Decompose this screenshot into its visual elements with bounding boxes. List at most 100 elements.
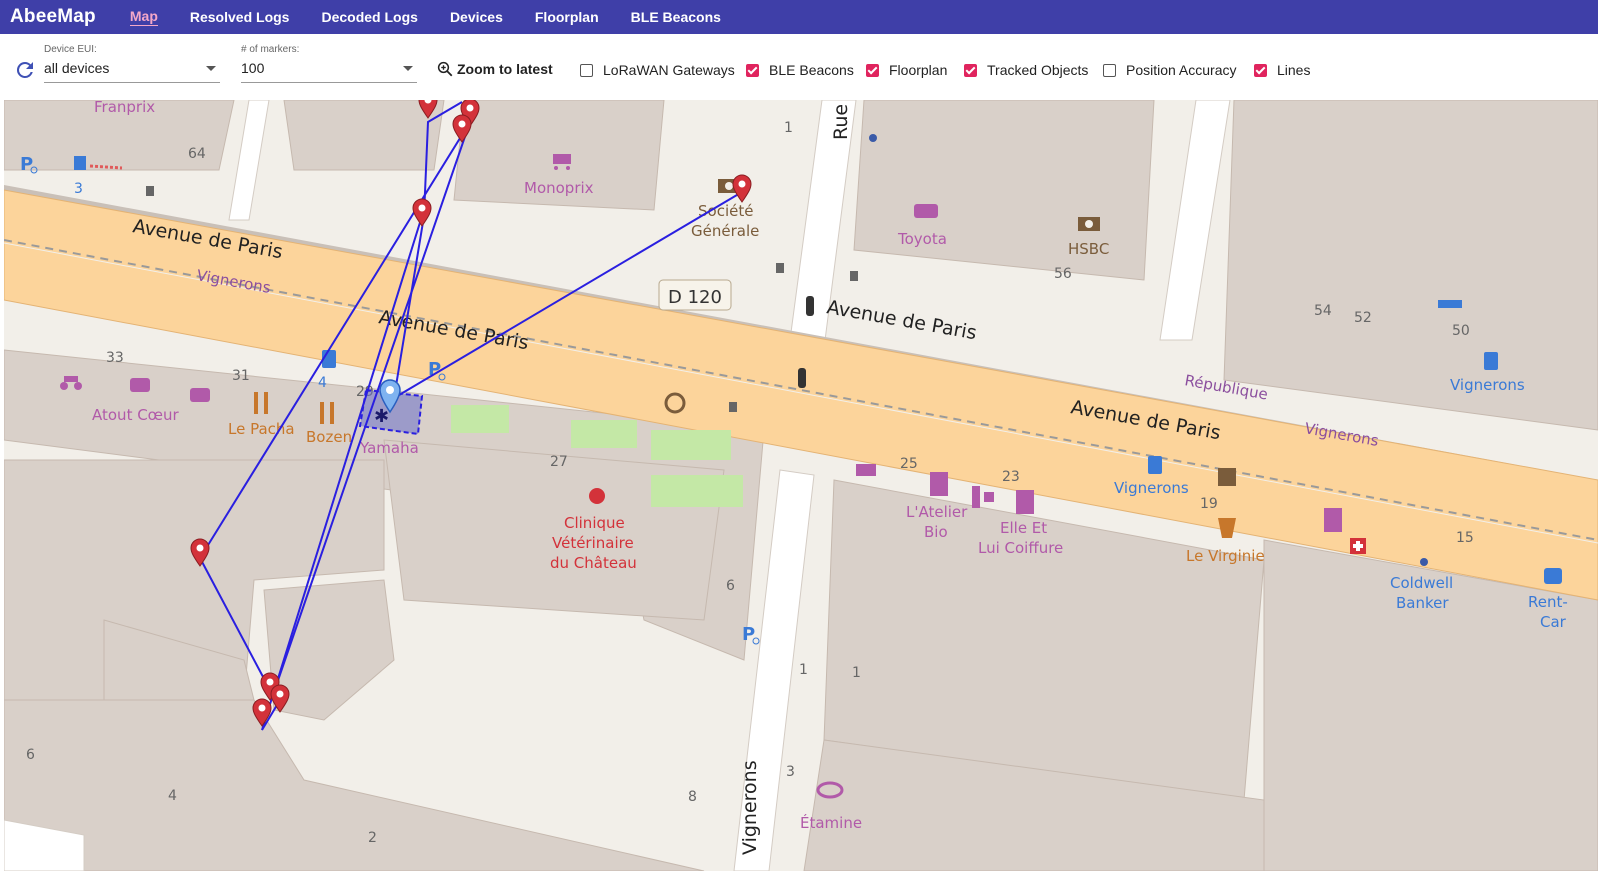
house-number: 6: [726, 578, 735, 594]
waste-basket-icon: [146, 186, 154, 196]
bank-icon: [1078, 217, 1100, 231]
road-ref-label: D 120: [668, 287, 722, 308]
poi-label: Atout Cœur: [92, 406, 180, 424]
house-number: 19: [1200, 496, 1218, 512]
hotel-icon: [1438, 300, 1462, 308]
poi-label: Vignerons: [1114, 479, 1189, 497]
poi-label: L'Atelier: [906, 503, 968, 521]
street-label: Vignerons: [739, 760, 761, 855]
checkbox-box: [964, 63, 977, 77]
point-icon: [1420, 558, 1428, 566]
house-number: 25: [900, 456, 918, 472]
house-number: 23: [1002, 469, 1020, 485]
floorplan-label: Floorplan: [889, 62, 948, 78]
poi-label: Yamaha: [359, 439, 419, 457]
device-eui-select[interactable]: Device EUI: all devices: [44, 44, 220, 83]
lines-checkbox[interactable]: Lines: [1254, 62, 1310, 78]
zoom-to-latest-label: Zoom to latest: [457, 61, 553, 77]
house-number: 50: [1452, 323, 1470, 339]
bakery-icon: [1218, 468, 1236, 486]
nav-ble-beacons[interactable]: BLE Beacons: [631, 9, 721, 25]
nav-resolved-logs[interactable]: Resolved Logs: [190, 9, 290, 25]
bus-stop-icon: [1148, 456, 1162, 474]
house-number: 2: [368, 830, 377, 846]
poi-label: du Château: [550, 554, 637, 572]
device-eui-value: all devices: [44, 60, 110, 76]
waste-basket-icon: [776, 263, 784, 273]
house-number: 31: [232, 368, 250, 384]
checkbox-box: [1103, 63, 1116, 77]
house-number: 15: [1456, 530, 1474, 546]
poi-label: Monoprix: [524, 179, 594, 197]
refresh-icon[interactable]: [13, 58, 37, 82]
lines-label: Lines: [1277, 62, 1311, 78]
lorawan-gateways-checkbox[interactable]: LoRaWAN Gateways: [580, 62, 735, 78]
house-number: 3: [786, 764, 795, 780]
house-number: 4: [168, 788, 177, 804]
street-label: Rue: [830, 104, 852, 140]
position-accuracy-checkbox[interactable]: Position Accuracy: [1103, 62, 1237, 78]
house-number: 64: [188, 146, 206, 162]
bluetooth-icon: ✱: [374, 406, 389, 427]
markers-count-value: 100: [241, 60, 265, 76]
house-number: 54: [1314, 303, 1332, 319]
poi-label: Bozen: [306, 428, 352, 446]
nav-decoded-logs[interactable]: Decoded Logs: [321, 9, 417, 25]
house-number: 1: [799, 662, 808, 678]
house-number: 52: [1354, 310, 1372, 326]
poi-label: Société: [698, 202, 753, 220]
lorawan-gateways-label: LoRaWAN Gateways: [603, 62, 735, 78]
app-title: AbeeMap: [10, 6, 96, 27]
zoom-to-latest-button[interactable]: Zoom to latest: [436, 60, 553, 78]
ble-beacons-checkbox[interactable]: BLE Beacons: [746, 62, 854, 78]
poi-label: Clinique: [564, 514, 625, 532]
poi-label: Étamine: [800, 813, 862, 832]
markers-count-select[interactable]: # of markers: 100: [241, 44, 417, 83]
poi-label: Elle Et: [1000, 519, 1047, 537]
waste-basket-icon: [850, 271, 858, 281]
checkbox-box: [1254, 63, 1267, 77]
ble-beacons-label: BLE Beacons: [769, 62, 854, 78]
checkbox-box: [746, 63, 759, 77]
poi-label: Lui Coiffure: [978, 539, 1063, 557]
house-number: 3: [74, 181, 83, 197]
house-number: 4: [318, 375, 327, 391]
furniture-icon: [190, 388, 210, 402]
waste-basket-icon: [729, 402, 737, 412]
house-number: 1: [852, 665, 861, 681]
bus-stop-icon: [1544, 568, 1562, 584]
poi-label: Le Virginie: [1186, 547, 1265, 565]
poi-label: Vétérinaire: [552, 534, 634, 552]
house-number: 56: [1054, 266, 1072, 282]
tracked-objects-checkbox[interactable]: Tracked Objects: [964, 62, 1088, 78]
poi-label: Bio: [924, 523, 948, 541]
tracked-objects-label: Tracked Objects: [987, 62, 1089, 78]
markers-count-label: # of markers:: [241, 44, 300, 55]
pharmacy-icon: [1350, 538, 1366, 554]
hairdresser-icon: [930, 472, 948, 496]
chevron-down-icon: [206, 66, 216, 71]
bus-stop-icon: [1484, 352, 1498, 370]
zoom-in-icon: [437, 61, 453, 77]
house-number: 1: [784, 120, 793, 136]
house-number: 8: [688, 789, 697, 805]
nav-devices[interactable]: Devices: [450, 9, 503, 25]
house-number: 27: [550, 454, 568, 470]
nav-floorplan[interactable]: Floorplan: [535, 9, 599, 25]
poi-label: HSBC: [1068, 240, 1109, 258]
hairdresser-icon: [1016, 490, 1034, 514]
poi-label: Vignerons: [1450, 376, 1525, 394]
hairdresser-icon: [1324, 508, 1342, 532]
poi-label: Rent-: [1528, 593, 1568, 611]
map-canvas[interactable]: Avenue de Paris Avenue de Paris Avenue d…: [3, 90, 1598, 872]
checkbox-box: [580, 63, 593, 77]
floorplan-checkbox[interactable]: Floorplan: [866, 62, 947, 78]
furniture-icon: [130, 378, 150, 392]
point-icon: [869, 134, 877, 142]
filter-toolbar: Device EUI: all devices # of markers: 10…: [0, 34, 1598, 100]
map-view[interactable]: Avenue de Paris Avenue de Paris Avenue d…: [3, 90, 1598, 872]
nav-map[interactable]: Map: [129, 8, 158, 26]
poi-label: Franprix: [94, 100, 155, 116]
poi-label: Banker: [1396, 594, 1449, 612]
poi-label: Coldwell: [1390, 574, 1453, 592]
